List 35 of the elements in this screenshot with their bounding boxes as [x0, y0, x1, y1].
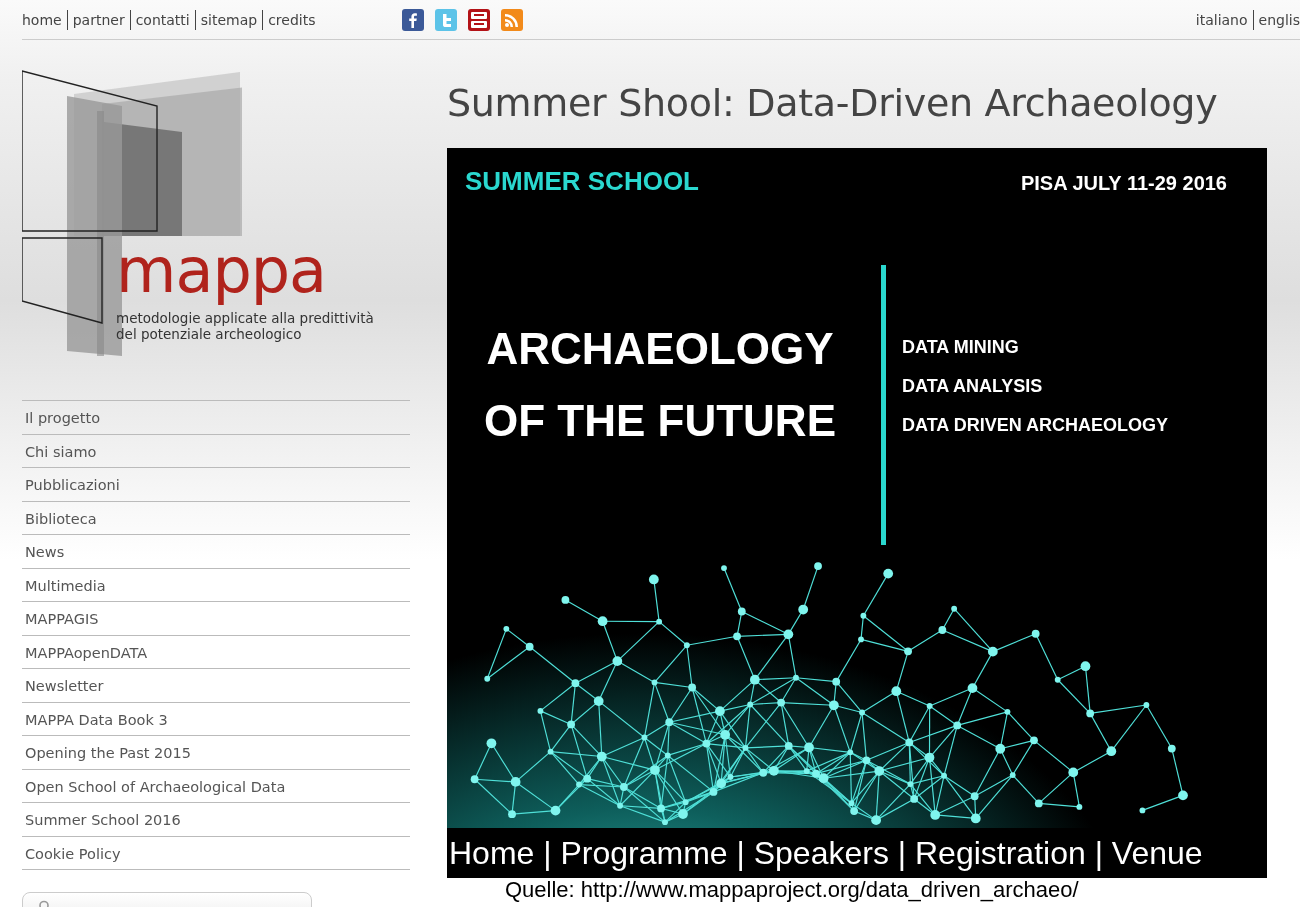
sidebar-item[interactable]: Biblioteca [22, 501, 410, 535]
sidebar-item[interactable]: MAPPAGIS [22, 602, 410, 636]
banner-title-line: OF THE FUTURE [484, 394, 836, 447]
sidebar-item[interactable]: MAPPA Data Book 3 [22, 702, 410, 736]
sidebar-item[interactable]: Cookie Policy [22, 836, 410, 870]
twitter-icon[interactable] [435, 8, 458, 31]
top-nav-link[interactable]: home [22, 9, 67, 30]
sidebar-item[interactable]: Multimedia [22, 568, 410, 602]
facebook-icon[interactable] [402, 8, 425, 31]
banner-topic: DATA MINING [902, 336, 1020, 358]
banner-topic: DATA ANALYSIS [902, 375, 1044, 397]
top-nav-link[interactable]: credits [262, 9, 321, 30]
rss-icon[interactable] [501, 8, 524, 31]
logo-tagline: metodologie applicate alla predittività del potenziale archeologico [116, 310, 374, 342]
banner-heading: SUMMER SCHOOL [465, 166, 699, 198]
source-caption: Quelle: http://www.mappaproject.org/data_driven_archaeo/ [505, 878, 1080, 902]
banner-topic: DATA DRIVEN ARCHAEOLOGY [902, 414, 1168, 436]
page-title: Summer Shool: Data-Driven Archaeology [447, 80, 1219, 127]
banner-date: PISA JULY 11-29 2016 [1020, 171, 1227, 196]
sidebar-item[interactable]: Opening the Past 2015 [22, 736, 410, 770]
sidebar-item[interactable]: Open School of Archaeological Data [22, 769, 410, 803]
sidebar-item[interactable]: Chi siamo [22, 434, 410, 468]
sidebar-item[interactable]: Summer School 2016 [22, 803, 410, 837]
top-nav-link[interactable]: contatti [129, 9, 195, 30]
sidebar-item[interactable]: Newsletter [22, 669, 410, 703]
banner-title-line: ARCHAEOLOGY [486, 322, 834, 375]
top-nav-link[interactable]: sitemap [194, 9, 263, 30]
language-link[interactable]: italiano [1190, 9, 1253, 30]
sidebar-item[interactable]: Pubblicazioni [22, 468, 410, 502]
top-nav-link[interactable]: partner [66, 9, 130, 30]
sidebar-item[interactable]: MAPPAopenDATA [22, 635, 410, 669]
logo-wordmark: mappa [116, 236, 328, 306]
sidebar-item[interactable]: News [22, 535, 410, 569]
language-link[interactable]: englis [1252, 9, 1300, 30]
sidebar-item[interactable]: Il progetto [22, 401, 410, 435]
